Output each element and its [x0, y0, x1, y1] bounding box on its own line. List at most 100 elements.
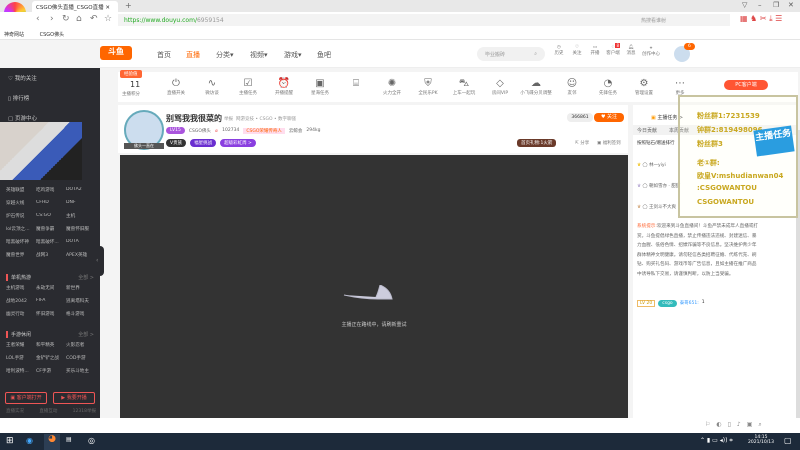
tool-item[interactable]: ⏰ 开播提醒: [264, 78, 304, 96]
game-link[interactable]: 火影忍者: [66, 342, 96, 348]
tool-item[interactable]: ⌸: [336, 78, 376, 90]
report-link[interactable]: 举报: [224, 116, 233, 122]
tool-item[interactable]: ∿ 微访谈: [192, 78, 232, 96]
nav-home[interactable]: 首页: [157, 50, 171, 60]
tab-today[interactable]: 今日贡献: [637, 128, 657, 134]
bookmark-item[interactable]: CSGO佛头: [40, 32, 64, 38]
tray-icons[interactable]: ⌃ ▮ ▭ ◂)) ⌗: [700, 437, 733, 445]
douyu-logo[interactable]: 斗鱼: [100, 46, 132, 60]
browser-search-input[interactable]: 热搜看谁射: [635, 14, 730, 26]
nav-live[interactable]: 直播: [186, 50, 200, 60]
game-link[interactable]: COD手游: [66, 355, 96, 361]
footer-link[interactable]: 直播互动: [39, 408, 57, 414]
game-link[interactable]: 格斗游戏: [66, 311, 96, 317]
game-link[interactable]: 吃鸡游戏: [36, 187, 66, 193]
start-live-button[interactable]: ▭ 开播: [588, 45, 602, 57]
notification-icon[interactable]: ▢: [784, 436, 792, 445]
rank-badge[interactable]: 超级彩虹周 >: [220, 139, 256, 147]
mobile-more-link[interactable]: 全部 >: [78, 331, 94, 338]
nav-games[interactable]: 游戏▾: [284, 50, 302, 60]
bookmark-item[interactable]: 神奇网站: [4, 32, 24, 38]
pc-client-button[interactable]: PC客户端: [724, 80, 768, 90]
apps-icon[interactable]: ▦ ♞ ✂ ⤓ ☰: [740, 14, 782, 24]
gift-banner[interactable]: 首页礼物:1火箭: [517, 139, 557, 147]
game-link[interactable]: 王者荣耀: [6, 342, 36, 348]
contributor-row[interactable]: ♛ ◯ 朝如雪亦 · 甜甜: [637, 176, 680, 197]
game-link[interactable]: 主机游戏: [6, 285, 36, 291]
video-player[interactable]: 主播正在路线中，请刷新重试: [120, 155, 628, 423]
game-link[interactable]: 暗黑破坏神: [6, 239, 36, 245]
game-link[interactable]: CFHD: [36, 200, 66, 206]
follow-button[interactable]: ♥ 关注: [594, 113, 624, 122]
signin-button[interactable]: ▣ 福利签到: [597, 140, 621, 146]
minimize-button[interactable]: –: [758, 1, 762, 9]
game-link[interactable]: 魔兽世界: [6, 252, 36, 258]
stream-category[interactable]: 网游竞技 • CSGO • 数字聊骚: [236, 116, 296, 122]
vip-badge[interactable]: V贵族: [166, 139, 187, 147]
game-link[interactable]: 主机: [66, 213, 96, 219]
tool-item[interactable]: ☑ 主播任务: [228, 78, 268, 96]
game-link[interactable]: lol云顶之...: [6, 226, 36, 232]
star-icon[interactable]: ☆: [104, 14, 112, 24]
clock[interactable]: 14:15 2021/10/13: [748, 435, 774, 445]
chat-username[interactable]: 泰哥651:: [680, 300, 699, 307]
windows-start-icon[interactable]: ⊞: [6, 436, 14, 446]
message-button[interactable]: 🔔︎ 消息: [624, 45, 638, 57]
game-link[interactable]: CF手游: [36, 368, 66, 374]
start-streaming-button[interactable]: ▶ 我要开播: [53, 392, 95, 404]
tool-item[interactable]: ⋯ 更多: [660, 78, 700, 96]
share-button[interactable]: ⇱ 分享: [575, 140, 589, 146]
app-taskbar-icon[interactable]: ▤: [66, 436, 72, 443]
game-link[interactable]: 新世界: [66, 285, 96, 291]
maximize-button[interactable]: ❐: [773, 1, 779, 9]
status-icons[interactable]: ⚐◐▯♪▣⌕: [705, 421, 768, 429]
game-link[interactable]: 魔兽争霸: [36, 226, 66, 232]
client-button[interactable]: ♢ 8 客户端: [606, 43, 620, 57]
obs-icon[interactable]: ◎: [88, 436, 95, 445]
game-link[interactable]: 逃离塔科夫: [66, 298, 96, 304]
game-link[interactable]: 战网3: [36, 252, 66, 258]
creator-center-button[interactable]: ⌖ 创作中心: [642, 45, 660, 57]
skin-icon[interactable]: ▽: [742, 1, 747, 9]
game-link[interactable]: 炉石传说: [6, 213, 36, 219]
tool-item[interactable]: ◔ 先锋任务: [588, 78, 628, 96]
tool-item[interactable]: ☁ 小飞碟分贝调整: [516, 78, 556, 96]
game-link[interactable]: 幽灵行动: [6, 311, 36, 317]
tool-item[interactable]: ☺ 友邻: [552, 78, 592, 96]
tool-item[interactable]: ⛨ 全民乐PK: [408, 78, 448, 96]
user-avatar[interactable]: 6: [674, 43, 695, 62]
reload-icon[interactable]: ↻: [62, 14, 70, 24]
sidebar-item-follow[interactable]: ♡ 我的关注: [8, 74, 37, 82]
close-button[interactable]: ✕: [788, 1, 794, 9]
browser-tab[interactable]: CSGO佛头直播_CSGO直播 ✕: [32, 1, 118, 12]
contributor-row[interactable]: ♛ ◯ 林一yiyi: [637, 155, 680, 176]
footer-link[interactable]: 12318举报: [73, 408, 96, 414]
sidebar-item-ranking[interactable]: ▯ 排行榜: [8, 94, 29, 102]
tool-item[interactable]: ⚙ 管理设置: [624, 78, 664, 96]
undo-icon[interactable]: ↶: [90, 14, 98, 24]
game-link[interactable]: DNF: [66, 200, 96, 206]
back-icon[interactable]: ‹: [36, 14, 40, 24]
tool-item[interactable]: ⏻ 直播开关: [156, 78, 196, 96]
game-link[interactable]: 哈利波特...: [6, 368, 36, 374]
site-search-input[interactable]: 毕业搬砖 ⌕: [477, 47, 545, 61]
sidebar-collapse-handle[interactable]: ‹: [96, 246, 104, 276]
game-link[interactable]: 买乐斗地主: [66, 368, 96, 374]
streamer-name[interactable]: CSGO佛头: [189, 128, 211, 134]
follow-button[interactable]: ♡ 关注: [570, 45, 584, 57]
game-link[interactable]: 怀旧游戏: [36, 311, 66, 317]
single-more-link[interactable]: 全部 >: [78, 274, 94, 281]
game-link[interactable]: 和平精英: [36, 342, 66, 348]
game-link[interactable]: APEX英雄: [66, 252, 96, 258]
edge-icon[interactable]: ◉: [26, 436, 33, 445]
challenge-badge[interactable]: 福星挑战: [190, 139, 217, 147]
game-link[interactable]: 英雄联盟: [6, 187, 36, 193]
url-field[interactable]: https://www.douyu.com/6959154: [118, 14, 683, 26]
nav-category[interactable]: 分类▾: [216, 50, 234, 60]
game-link[interactable]: 魔兽怀旧服: [66, 226, 96, 232]
game-link[interactable]: 战地2042: [6, 298, 36, 304]
game-link[interactable]: DOTA: [66, 239, 96, 245]
sidebar-item-webgames[interactable]: ▢ 页游中心: [8, 114, 37, 122]
game-link[interactable]: 永劫无间: [36, 285, 66, 291]
home-icon[interactable]: ⌂: [76, 14, 82, 24]
